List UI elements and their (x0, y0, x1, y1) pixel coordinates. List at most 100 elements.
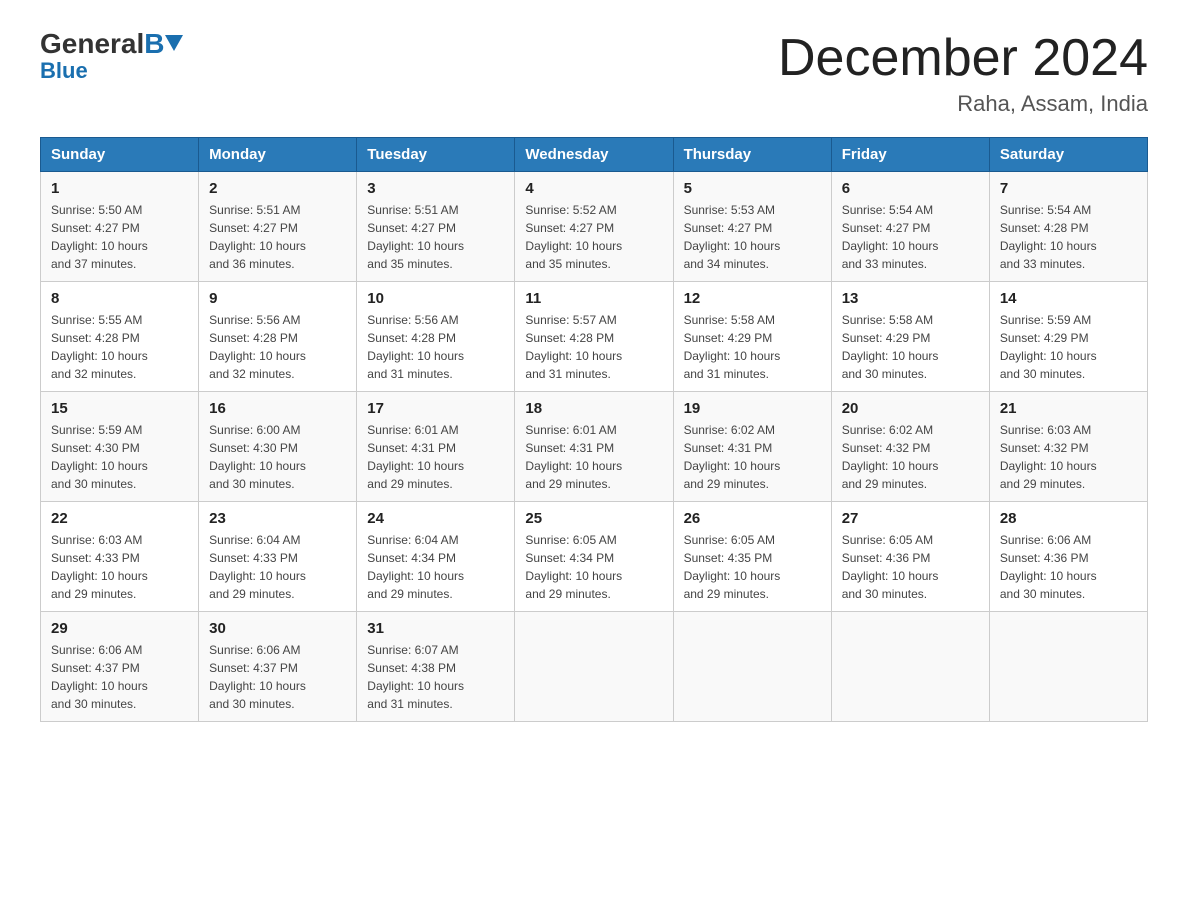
col-friday: Friday (831, 138, 989, 172)
day-number: 19 (684, 400, 821, 417)
calendar-week-row: 15Sunrise: 5:59 AMSunset: 4:30 PMDayligh… (41, 392, 1148, 502)
day-info: Sunrise: 5:51 AMSunset: 4:27 PMDaylight:… (209, 203, 306, 271)
day-info: Sunrise: 5:58 AMSunset: 4:29 PMDaylight:… (842, 313, 939, 381)
table-row: 28 Sunrise: 6:06 AMSunset: 4:36 PMDayligh… (989, 502, 1147, 612)
col-sunday: Sunday (41, 138, 199, 172)
day-number: 10 (367, 290, 504, 307)
table-row (515, 612, 673, 722)
day-info: Sunrise: 6:00 AMSunset: 4:30 PMDaylight:… (209, 423, 306, 491)
day-number: 2 (209, 180, 346, 197)
logo-text: GeneralB (40, 30, 183, 58)
calendar-week-row: 22 Sunrise: 6:03 AMSunset: 4:33 PMDayligh… (41, 502, 1148, 612)
table-row: 23 Sunrise: 6:04 AMSunset: 4:33 PMDayligh… (199, 502, 357, 612)
day-info: Sunrise: 6:03 AMSunset: 4:33 PMDaylight:… (51, 533, 148, 601)
calendar-week-row: 8 Sunrise: 5:55 AMSunset: 4:28 PMDaylight… (41, 282, 1148, 392)
day-info: Sunrise: 6:02 AMSunset: 4:31 PMDaylight:… (684, 423, 781, 491)
table-row: 12Sunrise: 5:58 AMSunset: 4:29 PMDayligh… (673, 282, 831, 392)
day-number: 13 (842, 290, 979, 307)
day-info: Sunrise: 5:53 AMSunset: 4:27 PMDaylight:… (684, 203, 781, 271)
day-number: 22 (51, 510, 188, 527)
day-info: Sunrise: 5:54 AMSunset: 4:28 PMDaylight:… (1000, 203, 1097, 271)
day-number: 15 (51, 400, 188, 417)
day-number: 8 (51, 290, 188, 307)
day-number: 27 (842, 510, 979, 527)
table-row: 4 Sunrise: 5:52 AMSunset: 4:27 PMDaylight… (515, 172, 673, 282)
table-row: 11Sunrise: 5:57 AMSunset: 4:28 PMDayligh… (515, 282, 673, 392)
day-info: Sunrise: 5:54 AMSunset: 4:27 PMDaylight:… (842, 203, 939, 271)
table-row: 2 Sunrise: 5:51 AMSunset: 4:27 PMDaylight… (199, 172, 357, 282)
calendar-table: Sunday Monday Tuesday Wednesday Thursday… (40, 137, 1148, 722)
day-number: 26 (684, 510, 821, 527)
day-info: Sunrise: 5:50 AMSunset: 4:27 PMDaylight:… (51, 203, 148, 271)
table-row: 27Sunrise: 6:05 AMSunset: 4:36 PMDayligh… (831, 502, 989, 612)
day-number: 17 (367, 400, 504, 417)
table-row: 1Sunrise: 5:50 AMSunset: 4:27 PMDaylight… (41, 172, 199, 282)
day-info: Sunrise: 6:02 AMSunset: 4:32 PMDaylight:… (842, 423, 939, 491)
day-info: Sunrise: 5:56 AMSunset: 4:28 PMDaylight:… (367, 313, 464, 381)
day-number: 28 (1000, 510, 1137, 527)
location-subtitle: Raha, Assam, India (778, 91, 1148, 117)
table-row: 14 Sunrise: 5:59 AMSunset: 4:29 PMDayligh… (989, 282, 1147, 392)
day-number: 11 (525, 290, 662, 307)
table-row: 16 Sunrise: 6:00 AMSunset: 4:30 PMDayligh… (199, 392, 357, 502)
table-row: 26 Sunrise: 6:05 AMSunset: 4:35 PMDayligh… (673, 502, 831, 612)
table-row: 17 Sunrise: 6:01 AMSunset: 4:31 PMDayligh… (357, 392, 515, 502)
table-row: 15Sunrise: 5:59 AMSunset: 4:30 PMDayligh… (41, 392, 199, 502)
col-wednesday: Wednesday (515, 138, 673, 172)
day-number: 23 (209, 510, 346, 527)
day-number: 25 (525, 510, 662, 527)
table-row: 25 Sunrise: 6:05 AMSunset: 4:34 PMDayligh… (515, 502, 673, 612)
day-number: 6 (842, 180, 979, 197)
table-row: 18 Sunrise: 6:01 AMSunset: 4:31 PMDayligh… (515, 392, 673, 502)
day-number: 20 (842, 400, 979, 417)
month-year-title: December 2024 (778, 30, 1148, 87)
day-number: 14 (1000, 290, 1137, 307)
day-number: 9 (209, 290, 346, 307)
table-row (673, 612, 831, 722)
day-info: Sunrise: 5:58 AMSunset: 4:29 PMDaylight:… (684, 313, 781, 381)
day-info: Sunrise: 6:01 AMSunset: 4:31 PMDaylight:… (367, 423, 464, 491)
table-row: 3 Sunrise: 5:51 AMSunset: 4:27 PMDaylight… (357, 172, 515, 282)
table-row: 13 Sunrise: 5:58 AMSunset: 4:29 PMDayligh… (831, 282, 989, 392)
table-row: 29Sunrise: 6:06 AMSunset: 4:37 PMDayligh… (41, 612, 199, 722)
day-number: 4 (525, 180, 662, 197)
table-row: 10 Sunrise: 5:56 AMSunset: 4:28 PMDayligh… (357, 282, 515, 392)
page-header: GeneralB Blue December 2024 Raha, Assam,… (40, 30, 1148, 117)
day-info: Sunrise: 5:59 AMSunset: 4:29 PMDaylight:… (1000, 313, 1097, 381)
day-info: Sunrise: 5:56 AMSunset: 4:28 PMDaylight:… (209, 313, 306, 381)
day-info: Sunrise: 6:05 AMSunset: 4:35 PMDaylight:… (684, 533, 781, 601)
day-number: 3 (367, 180, 504, 197)
table-row: 21 Sunrise: 6:03 AMSunset: 4:32 PMDayligh… (989, 392, 1147, 502)
day-info: Sunrise: 6:06 AMSunset: 4:36 PMDaylight:… (1000, 533, 1097, 601)
table-row: 24Sunrise: 6:04 AMSunset: 4:34 PMDayligh… (357, 502, 515, 612)
day-info: Sunrise: 5:52 AMSunset: 4:27 PMDaylight:… (525, 203, 622, 271)
table-row: 9 Sunrise: 5:56 AMSunset: 4:28 PMDaylight… (199, 282, 357, 392)
day-info: Sunrise: 5:51 AMSunset: 4:27 PMDaylight:… (367, 203, 464, 271)
logo-blue: Blue (40, 58, 88, 84)
day-info: Sunrise: 6:03 AMSunset: 4:32 PMDaylight:… (1000, 423, 1097, 491)
table-row: 7 Sunrise: 5:54 AMSunset: 4:28 PMDaylight… (989, 172, 1147, 282)
day-info: Sunrise: 6:04 AMSunset: 4:33 PMDaylight:… (209, 533, 306, 601)
table-row (989, 612, 1147, 722)
day-number: 16 (209, 400, 346, 417)
table-row: 6 Sunrise: 5:54 AMSunset: 4:27 PMDaylight… (831, 172, 989, 282)
day-info: Sunrise: 6:04 AMSunset: 4:34 PMDaylight:… (367, 533, 464, 601)
table-row: 22 Sunrise: 6:03 AMSunset: 4:33 PMDayligh… (41, 502, 199, 612)
table-row: 20 Sunrise: 6:02 AMSunset: 4:32 PMDayligh… (831, 392, 989, 502)
day-info: Sunrise: 6:01 AMSunset: 4:31 PMDaylight:… (525, 423, 622, 491)
table-row: 31 Sunrise: 6:07 AMSunset: 4:38 PMDayligh… (357, 612, 515, 722)
calendar-week-row: 1Sunrise: 5:50 AMSunset: 4:27 PMDaylight… (41, 172, 1148, 282)
col-thursday: Thursday (673, 138, 831, 172)
calendar-header-row: Sunday Monday Tuesday Wednesday Thursday… (41, 138, 1148, 172)
day-info: Sunrise: 6:07 AMSunset: 4:38 PMDaylight:… (367, 643, 464, 711)
table-row: 5Sunrise: 5:53 AMSunset: 4:27 PMDaylight… (673, 172, 831, 282)
col-saturday: Saturday (989, 138, 1147, 172)
logo: GeneralB Blue (40, 30, 183, 84)
day-info: Sunrise: 6:06 AMSunset: 4:37 PMDaylight:… (51, 643, 148, 711)
day-info: Sunrise: 5:55 AMSunset: 4:28 PMDaylight:… (51, 313, 148, 381)
day-number: 21 (1000, 400, 1137, 417)
day-number: 18 (525, 400, 662, 417)
day-number: 31 (367, 620, 504, 637)
day-number: 7 (1000, 180, 1137, 197)
day-info: Sunrise: 6:05 AMSunset: 4:34 PMDaylight:… (525, 533, 622, 601)
